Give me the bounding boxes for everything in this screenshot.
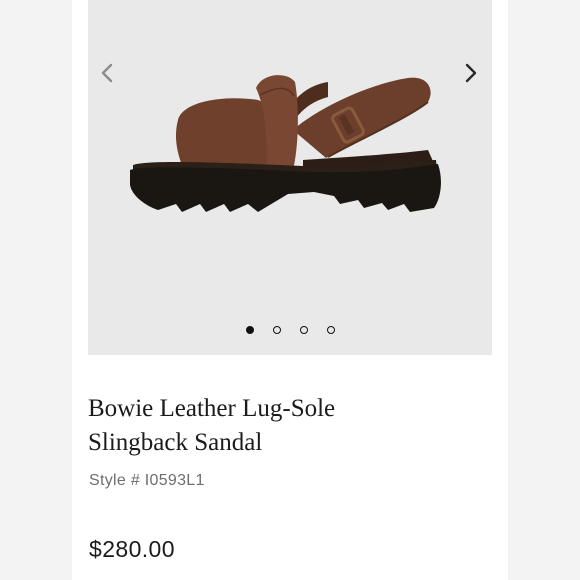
product-title-line-1: Bowie Leather Lug-Sole <box>88 395 336 422</box>
product-style-number: Style # I0593L1 <box>89 472 205 490</box>
product-price: $280.00 <box>89 536 175 562</box>
carousel-dot-3[interactable] <box>299 326 308 334</box>
product-title-line-2: Slingback Sandal <box>88 429 263 456</box>
carousel-dots <box>88 326 492 334</box>
product-title: Bowie Leather Lug-Sole Slingback Sandal <box>88 392 488 460</box>
carousel-dot-2[interactable] <box>272 326 281 334</box>
chevron-right-icon <box>465 63 477 83</box>
carousel-dot-1[interactable] <box>245 326 254 334</box>
next-image-button[interactable] <box>456 58 486 88</box>
previous-image-button[interactable] <box>92 58 122 88</box>
product-image <box>130 75 441 212</box>
style-number: I0593L1 <box>144 472 205 489</box>
carousel-dot-4[interactable] <box>326 326 335 334</box>
chevron-left-icon <box>101 63 113 83</box>
product-image-gallery[interactable] <box>88 0 492 355</box>
style-label: Style # <box>89 472 141 489</box>
